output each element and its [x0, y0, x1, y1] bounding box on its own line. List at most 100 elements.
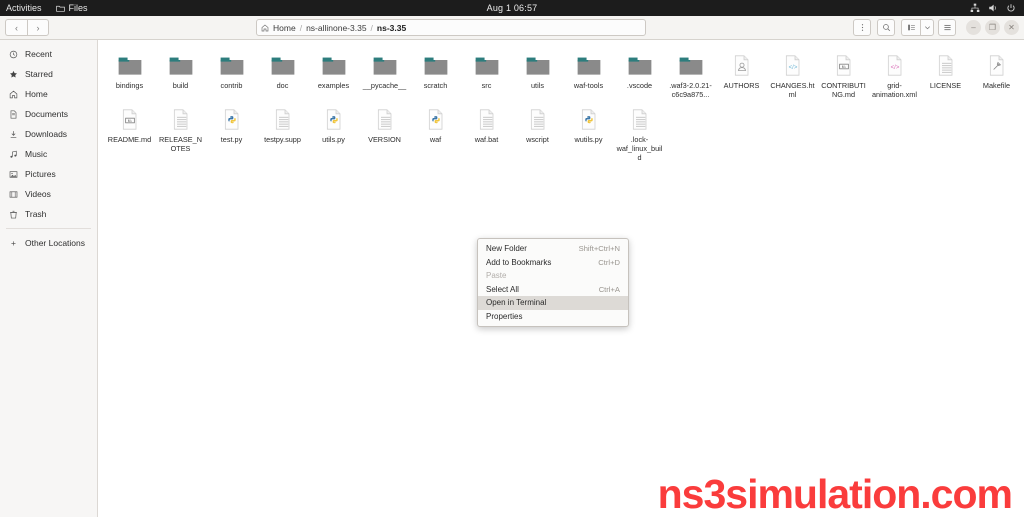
menu-item-open-in-terminal[interactable]: Open in Terminal [478, 296, 628, 310]
sidebar-item-trash[interactable]: Trash [0, 204, 97, 224]
file-icon-slot [477, 104, 497, 132]
file-icon-slot [171, 104, 191, 132]
file-item[interactable]: AUTHORS [716, 46, 767, 100]
svg-text:M↓: M↓ [841, 65, 846, 69]
breadcrumb[interactable]: Home / ns-allinone-3.35 / ns-3.35 [256, 19, 646, 36]
file-label: scratch [412, 81, 460, 90]
sidebar-item-label: Trash [25, 209, 46, 219]
file-view[interactable]: bindingsbuildcontribdocexamples__pycache… [98, 40, 1024, 517]
file-item[interactable]: LICENSE [920, 46, 971, 100]
file-item[interactable]: bindings [104, 46, 155, 100]
menu-item-new-folder[interactable]: New FolderShift+Ctrl+N [478, 242, 628, 256]
activities-button[interactable]: Activities [6, 3, 42, 13]
file-item[interactable]: .lock-waf_linux_build [614, 100, 665, 162]
search-button[interactable] [877, 19, 895, 36]
file-label: RELEASE_NOTES [157, 135, 205, 153]
folder-icon [270, 55, 296, 78]
sidebar-item-videos[interactable]: Videos [0, 184, 97, 204]
sidebar-item-label: Music [25, 149, 47, 159]
app-menu-files[interactable]: Files [56, 3, 88, 13]
breadcrumb-item-current[interactable]: ns-3.35 [377, 23, 406, 33]
file-item[interactable]: VERSION [359, 100, 410, 162]
file-item[interactable]: Makefile [971, 46, 1022, 100]
file-icon [987, 53, 1007, 78]
file-grid: bindingsbuildcontribdocexamples__pycache… [98, 40, 1024, 162]
file-item[interactable]: waf [410, 100, 461, 162]
file-icon-slot [474, 50, 500, 78]
file-item[interactable]: waf-tools [563, 46, 614, 100]
file-item[interactable]: </>grid-animation.xml [869, 46, 920, 100]
file-item[interactable]: utils [512, 46, 563, 100]
file-label: utils [514, 81, 562, 90]
file-icon-slot [219, 50, 245, 78]
file-item[interactable]: .waf3-2.0.21-c6c9a875... [665, 46, 716, 100]
folder-icon [321, 55, 347, 78]
file-icon-slot [630, 104, 650, 132]
hamburger-menu-button[interactable] [938, 19, 956, 36]
file-icon [732, 53, 752, 78]
view-list-button[interactable] [901, 19, 920, 36]
file-label: wutils.py [565, 135, 613, 144]
sidebar-item-other-locations[interactable]: + Other Locations [0, 233, 97, 253]
file-icon-slot [528, 104, 548, 132]
file-icon-slot: M↓ [120, 104, 140, 132]
system-indicators[interactable] [970, 3, 1024, 13]
sidebar-item-recent[interactable]: Recent [0, 44, 97, 64]
view-dropdown-button[interactable] [920, 19, 934, 36]
menu-item-paste: Paste [478, 269, 628, 283]
svg-text:M↓: M↓ [127, 119, 132, 123]
file-icon [936, 53, 956, 78]
file-item[interactable]: utils.py [308, 100, 359, 162]
file-item[interactable]: doc [257, 46, 308, 100]
file-item[interactable]: M↓CONTRIBUTING.md [818, 46, 869, 100]
file-item[interactable]: examples [308, 46, 359, 100]
file-item[interactable]: src [461, 46, 512, 100]
file-item[interactable]: __pycache__ [359, 46, 410, 100]
minimize-button[interactable]: ‒ [966, 20, 981, 35]
sidebar-item-documents[interactable]: Documents [0, 104, 97, 124]
file-item[interactable]: waf.bat [461, 100, 512, 162]
file-item[interactable]: wutils.py [563, 100, 614, 162]
top-bar-left: Activities Files [0, 3, 88, 13]
file-item[interactable]: .vscode [614, 46, 665, 100]
file-item[interactable]: testpy.supp [257, 100, 308, 162]
power-icon [1006, 3, 1016, 13]
back-button[interactable]: ‹ [5, 19, 27, 36]
forward-button[interactable]: › [27, 19, 49, 36]
file-label: CHANGES.html [769, 81, 817, 99]
path-menu-button[interactable] [853, 19, 871, 36]
menu-item-add-to-bookmarks[interactable]: Add to BookmarksCtrl+D [478, 256, 628, 270]
file-icon: </> [783, 53, 803, 78]
sidebar-item-pictures[interactable]: Pictures [0, 164, 97, 184]
sidebar-item-starred[interactable]: Starred [0, 64, 97, 84]
file-item[interactable]: M↓README.md [104, 100, 155, 162]
file-label: src [463, 81, 511, 90]
context-menu[interactable]: New FolderShift+Ctrl+NAdd to BookmarksCt… [477, 238, 629, 327]
places-sidebar: RecentStarredHomeDocuments Downloads Music… [0, 40, 98, 517]
menu-item-select-all[interactable]: Select AllCtrl+A [478, 283, 628, 297]
sidebar-item-home[interactable]: Home [0, 84, 97, 104]
breadcrumb-item-ns-allinone[interactable]: ns-allinone-3.35 [306, 23, 366, 33]
sidebar-item-music[interactable]: Music [0, 144, 97, 164]
file-item[interactable]: build [155, 46, 206, 100]
folder-icon [627, 55, 653, 78]
breadcrumb-item-home[interactable]: Home [273, 23, 296, 33]
clock[interactable]: Aug 1 06:57 [0, 3, 1024, 13]
menu-item-properties[interactable]: Properties [478, 310, 628, 324]
picture-icon [8, 170, 19, 179]
file-item[interactable]: wscript [512, 100, 563, 162]
folder-icon [525, 55, 551, 78]
file-item[interactable]: </> CHANGES.html [767, 46, 818, 100]
music-note-icon [8, 150, 19, 159]
menu-item-accelerator: Ctrl+A [599, 285, 620, 294]
window-body: RecentStarredHomeDocuments Downloads Music… [0, 40, 1024, 517]
file-item[interactable]: contrib [206, 46, 257, 100]
file-item[interactable]: RELEASE_NOTES [155, 100, 206, 162]
path-bar-container: Home / ns-allinone-3.35 / ns-3.35 [55, 19, 847, 36]
close-button[interactable]: ✕ [1004, 20, 1019, 35]
maximize-button[interactable]: ❐ [985, 20, 1000, 35]
sidebar-item-label: Downloads [25, 129, 67, 139]
sidebar-item-downloads[interactable]: Downloads [0, 124, 97, 144]
file-item[interactable]: test.py [206, 100, 257, 162]
file-item[interactable]: scratch [410, 46, 461, 100]
